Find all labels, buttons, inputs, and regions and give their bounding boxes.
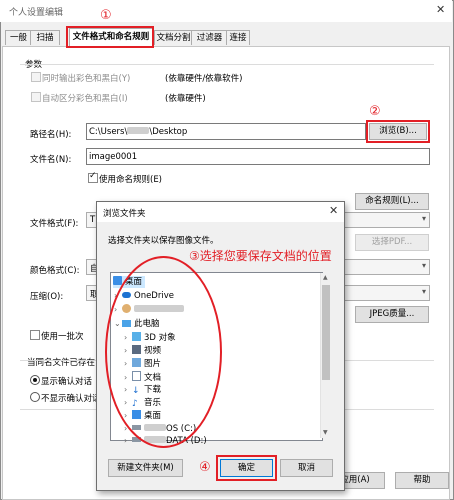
redacted-username [127,127,150,134]
desktop-folder-icon [113,276,122,285]
annotation-highlight-tab [66,26,154,48]
file-format-label: 文件格式(F): [30,219,79,229]
radio-show-confirm[interactable] [30,375,40,385]
auto-detect-note: (依靠硬件) [165,94,206,104]
tab-general[interactable]: 一般 [5,30,32,45]
annotation-text-3: ③选择您要保存文档的位置 [189,249,332,263]
help-button[interactable]: 帮助 [395,472,449,489]
no-confirm-label: 不显示确认对话 [41,394,101,404]
show-confirm-label: 显示确认对话 [41,377,93,387]
file-format-value: T [90,215,96,225]
scroll-down-icon[interactable]: ▼ [323,429,328,436]
chevron-right-icon[interactable]: › [124,435,132,445]
path-value-prefix: C:\Users\ [89,127,128,137]
dialog-close-icon[interactable]: ✕ [329,204,338,217]
annotation-highlight-browse [366,120,430,143]
select-pdf-button[interactable]: 选择PDF... [355,234,429,251]
annotation-number-4: ④ [199,460,211,475]
path-input[interactable]: C:\Users\ \Desktop [86,123,366,140]
tab-filter[interactable]: 过滤器 [191,30,228,45]
dual-output-label: 同时输出彩色和黑白(Y) [42,74,131,84]
annotation-ellipse-tree [105,256,222,448]
tree-scrollbar-thumb[interactable] [322,285,330,380]
path-value-suffix: \Desktop [149,127,188,137]
filename-label: 文件名(N): [30,155,72,165]
annotation-number-2: ② [369,104,381,119]
color-format-label: 颜色格式(C): [30,266,80,276]
filename-input[interactable]: image0001 [86,148,430,165]
dialog-title-bar: 浏览文件夹 ✕ [97,202,344,222]
tab-connection[interactable]: 连接 [226,30,250,45]
title-bar: 个人设置编辑 ✕ [0,0,452,22]
dual-output-note: (依靠硬件/依靠软件) [165,74,243,84]
tab-doc-split[interactable]: 文档分割 [154,30,193,45]
browse-folder-dialog: 浏览文件夹 ✕ 选择文件夹以保存图像文件。 桌面 › OneDrive › ⌄ 此电… [96,201,345,491]
filename-value: image0001 [89,152,138,162]
dialog-instruction: 选择文件夹以保存图像文件。 [108,236,219,246]
annotation-highlight-ok [216,455,277,481]
new-folder-button[interactable]: 新建文件夹(M) [108,459,183,477]
checkbox-auto-detect[interactable] [31,92,41,102]
use-naming-rule-label: 使用命名规则(E) [99,175,163,185]
radio-no-confirm[interactable] [30,392,40,402]
path-label: 路径名(H): [30,130,72,140]
close-icon[interactable]: ✕ [436,3,445,16]
annotation-number-1: ① [100,8,112,23]
scroll-up-icon[interactable]: ▲ [323,274,328,281]
naming-rule-button[interactable]: 命名规则(L)... [355,193,429,210]
cancel-button[interactable]: 取消 [280,459,333,477]
compress-label: 压缩(O): [30,292,64,302]
checkbox-use-naming-rule[interactable] [88,171,98,183]
jpeg-quality-button[interactable]: JPEG质量... [355,306,429,323]
batch-label: 使用一批次 [41,332,84,342]
checkbox-batch[interactable] [30,330,40,340]
tab-scan[interactable]: 扫描 [30,30,60,45]
dialog-title: 浏览文件夹 [103,209,146,219]
window-title: 个人设置编辑 [9,8,64,18]
auto-detect-label: 自动区分彩色和黑白(I) [42,94,128,104]
checkbox-dual-output[interactable] [31,72,41,82]
